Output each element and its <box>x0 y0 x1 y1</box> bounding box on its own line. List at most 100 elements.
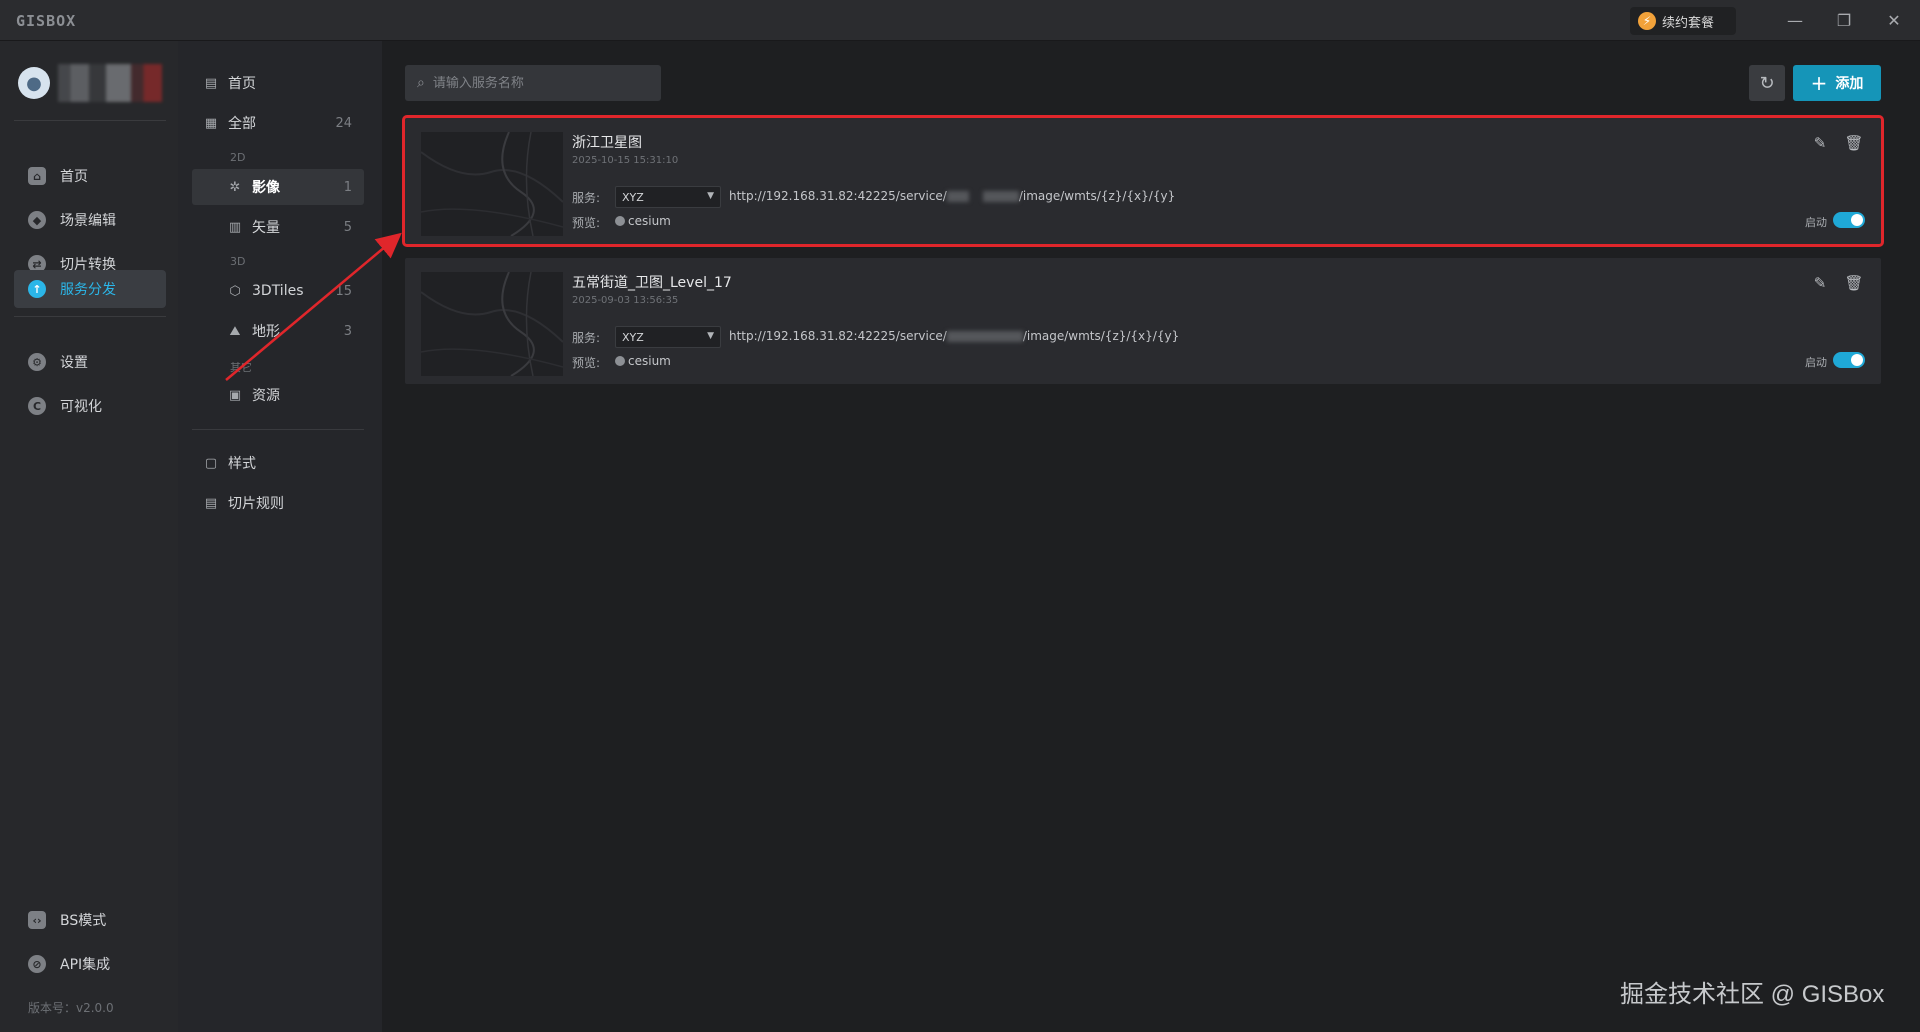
nav-label: 设置 <box>60 355 88 371</box>
app-logo: GISBOX <box>16 12 77 30</box>
category-label: 资源 <box>252 388 280 404</box>
service-date: 2025-09-03 13:56:35 <box>572 295 679 306</box>
box-icon: ⬡ <box>229 283 241 299</box>
nav-label: 场景编辑 <box>60 213 116 229</box>
code-icon: ‹› <box>28 911 46 929</box>
enable-label: 启动 <box>1805 216 1827 229</box>
preview-label: 预览: <box>572 356 601 370</box>
category-count: 24 <box>335 115 352 131</box>
category-terrain[interactable]: ⛰ 地形 3 <box>192 313 364 349</box>
service-type-select[interactable]: XYZ ▼ <box>615 326 721 348</box>
service-url[interactable]: http://192.168.31.82:42225/service/ /imag… <box>729 329 1179 343</box>
url-suffix: /image/wmts/{z}/{x}/{y} <box>1018 189 1176 203</box>
category-home[interactable]: ▤ 首页 <box>192 65 364 101</box>
upload-icon: ↑ <box>28 280 46 298</box>
mountain-icon: ⛰ <box>229 323 241 339</box>
map-thumbnail-image <box>421 132 563 236</box>
home-icon: ⌂ <box>28 167 46 185</box>
cube-icon: ◆ <box>28 211 46 229</box>
category-label: 全部 <box>228 116 256 132</box>
service-card[interactable]: 五常街道_卫图_Level_17 2025-09-03 13:56:35 服务:… <box>405 258 1881 384</box>
nav-item-visualization[interactable]: C 可视化 <box>14 387 166 425</box>
map-thumbnail-image <box>421 272 563 376</box>
category-3dtiles[interactable]: ⬡ 3DTiles 15 <box>192 273 364 309</box>
category-vector[interactable]: ▥ 矢量 5 <box>192 209 364 245</box>
close-button[interactable]: ✕ <box>1882 8 1906 32</box>
service-type-select[interactable]: XYZ ▼ <box>615 186 721 208</box>
url-prefix: http://192.168.31.82:42225/service/ <box>729 189 947 203</box>
category-count: 15 <box>335 283 352 299</box>
restore-button[interactable]: ❐ <box>1832 8 1856 32</box>
folder-icon: ▣ <box>228 387 242 403</box>
user-profile[interactable]: ● <box>18 63 162 103</box>
nav-item-scene-edit[interactable]: ◆ 场景编辑 <box>14 201 166 239</box>
group-3d: 3D <box>230 255 246 268</box>
api-icon: ⊘ <box>28 955 46 973</box>
enable-toggle[interactable] <box>1833 352 1865 368</box>
nav-label: BS模式 <box>60 913 107 929</box>
service-card[interactable]: 浙江卫星图 2025-10-15 15:31:10 服务: XYZ ▼ http… <box>402 115 1884 247</box>
nav-item-api[interactable]: ⊘ API集成 <box>14 945 166 983</box>
add-label: 添加 <box>1835 76 1864 92</box>
nav-item-service-publish[interactable]: ↑ 服务分发 <box>14 270 166 308</box>
trash-icon: 🗑 <box>1844 134 1864 152</box>
plus-icon: + <box>1810 71 1828 95</box>
watermark: 掘金技术社区 @ GISBox <box>1620 981 1885 1008</box>
toggle-knob <box>1851 354 1863 366</box>
lightning-icon: ⚡ <box>1638 12 1656 30</box>
preview-cesium-link[interactable]: cesium <box>615 354 671 368</box>
map-icon: ▥ <box>228 219 242 235</box>
service-label: 服务: <box>572 331 601 345</box>
nav-item-bs-mode[interactable]: ‹› BS模式 <box>14 901 166 939</box>
url-blurred <box>946 331 1023 342</box>
category-panel: ▤ 首页 ▦ 全部 24 2D ✲ 影像 1 ▥ 矢量 5 3D ⬡ 3DTil… <box>178 41 382 1032</box>
refresh-icon: ↻ <box>1759 72 1775 94</box>
enable-label: 启动 <box>1805 356 1827 369</box>
version-label: 版本号：v2.0.0 <box>28 1001 114 1015</box>
service-url[interactable]: http://192.168.31.82:42225/service/ /imag… <box>729 189 1175 203</box>
service-date: 2025-10-15 15:31:10 <box>572 155 679 166</box>
search-box[interactable]: ⌕ <box>405 65 661 101</box>
nav-label: 服务分发 <box>60 282 116 298</box>
service-title: 五常街道_卫图_Level_17 <box>572 275 732 291</box>
service-type-value: XYZ <box>622 330 644 344</box>
category-label: 首页 <box>228 76 256 92</box>
service-thumbnail <box>421 272 563 376</box>
visual-icon: C <box>28 397 46 415</box>
category-tile-rule[interactable]: ▤ 切片规则 <box>192 485 364 521</box>
category-label: 地形 <box>252 324 280 340</box>
edit-button[interactable]: ✎ <box>1809 272 1831 294</box>
globe-icon <box>615 356 625 366</box>
preview-cesium-link[interactable]: cesium <box>615 214 671 228</box>
category-resource[interactable]: ▣ 资源 <box>192 377 364 413</box>
delete-button[interactable]: 🗑 <box>1843 272 1865 294</box>
category-image[interactable]: ✲ 影像 1 <box>192 169 364 205</box>
nav-item-settings[interactable]: ⚙ 设置 <box>14 343 166 381</box>
url-prefix: http://192.168.31.82:42225/service/ <box>729 329 947 343</box>
delete-button[interactable]: 🗑 <box>1843 132 1865 154</box>
minimize-button[interactable]: — <box>1783 8 1807 32</box>
trash-icon: 🗑 <box>1844 274 1864 292</box>
category-label: 切片规则 <box>228 496 284 512</box>
renew-label: 续约套餐 <box>1662 15 1715 31</box>
category-label: 3DTiles <box>252 283 304 299</box>
edit-button[interactable]: ✎ <box>1809 132 1831 154</box>
renew-button[interactable]: ⚡ 续约套餐 <box>1630 7 1736 35</box>
style-icon: ▢ <box>204 455 218 471</box>
title-bar: GISBOX ⚡ 续约套餐 — ❐ ✕ <box>0 0 1920 41</box>
refresh-button[interactable]: ↻ <box>1749 65 1785 101</box>
category-style[interactable]: ▢ 样式 <box>192 445 364 481</box>
search-input[interactable] <box>432 75 633 91</box>
grid-icon: ▦ <box>204 115 218 131</box>
main-sidebar: ● ⌂ 首页 ◆ 场景编辑 ⇄ 切片转换 ↑ 服务分发 ⚙ 设置 C 可视化 ‹… <box>0 41 178 1032</box>
category-all[interactable]: ▦ 全部 24 <box>192 105 364 141</box>
url-blurred <box>982 191 1019 202</box>
url-suffix: /image/wmts/{z}/{x}/{y} <box>1022 329 1180 343</box>
nav-item-home[interactable]: ⌂ 首页 <box>14 157 166 195</box>
chevron-down-icon: ▼ <box>707 191 714 201</box>
service-type-value: XYZ <box>622 190 644 204</box>
group-other: 其它 <box>230 361 252 374</box>
add-button[interactable]: + 添加 <box>1793 65 1881 101</box>
enable-toggle[interactable] <box>1833 212 1865 228</box>
category-count: 3 <box>343 323 352 339</box>
